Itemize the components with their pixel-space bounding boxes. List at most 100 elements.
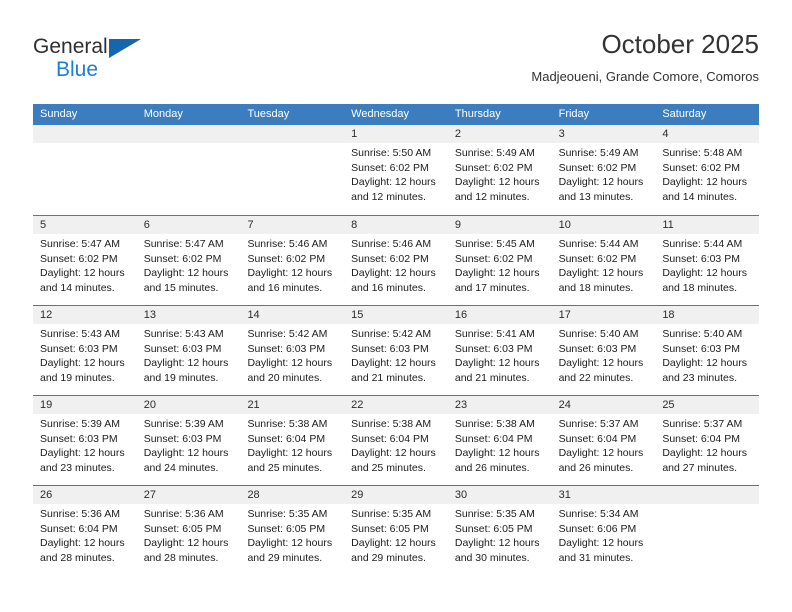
day-number: 1 <box>344 125 448 143</box>
sunset-text: Sunset: 6:02 PM <box>351 252 429 265</box>
daylight-text-line2: and 28 minutes. <box>143 551 219 564</box>
sunrise-text: Sunrise: 5:35 AM <box>351 508 432 520</box>
daylight-text-line2: and 25 minutes. <box>247 461 323 474</box>
day-cell[interactable]: 21 Sunrise: 5:38 AM Sunset: 6:04 PM Dayligh… <box>240 396 345 485</box>
day-cell[interactable]: 6 Sunrise: 5:47 AM Sunset: 6:02 PM Daylight… <box>136 216 241 305</box>
sunrise-text: Sunrise: 5:38 AM <box>454 418 535 430</box>
sunrise-text: Sunrise: 5:35 AM <box>247 508 328 520</box>
day-cell[interactable]: 18 Sunrise: 5:40 AM Sunset: 6:03 PM Dayligh… <box>655 306 760 395</box>
day-number: 8 <box>344 216 448 234</box>
sunset-text: Sunset: 6:02 PM <box>40 252 118 265</box>
daylight-text-line2: and 14 minutes. <box>662 190 738 203</box>
day-cell[interactable]: 7 Sunrise: 5:46 AM Sunset: 6:02 PM Daylight… <box>240 216 345 305</box>
day-number: 28 <box>240 486 345 504</box>
day-cell[interactable]: 13 Sunrise: 5:43 AM Sunset: 6:03 PM Dayligh… <box>136 306 241 395</box>
day-details: Sunrise: 5:38 AM Sunset: 6:04 PM Daylight:… <box>344 414 448 475</box>
sunrise-text: Sunrise: 5:47 AM <box>143 238 224 250</box>
day-cell[interactable]: 24 Sunrise: 5:37 AM Sunset: 6:04 PM Dayligh… <box>551 396 656 485</box>
day-cell[interactable]: 23 Sunrise: 5:38 AM Sunset: 6:04 PM Dayligh… <box>447 396 552 485</box>
daylight-text-line2: and 23 minutes. <box>662 371 738 384</box>
day-cell[interactable]: 15 Sunrise: 5:42 AM Sunset: 6:03 PM Dayligh… <box>344 306 448 395</box>
day-number: 4 <box>655 125 760 143</box>
weekday-header-monday: Monday <box>143 108 183 120</box>
day-details: Sunrise: 5:49 AM Sunset: 6:02 PM Daylight:… <box>552 143 656 204</box>
day-cell[interactable]: 17 Sunrise: 5:40 AM Sunset: 6:03 PM Dayligh… <box>551 306 656 395</box>
day-number: 31 <box>551 486 656 504</box>
day-number: 10 <box>551 216 656 234</box>
sunrise-text: Sunrise: 5:34 AM <box>558 508 639 520</box>
daylight-text-line1: Daylight: 12 hours <box>662 267 747 280</box>
day-cell[interactable]: 11 Sunrise: 5:44 AM Sunset: 6:03 PM Dayligh… <box>655 216 760 305</box>
day-cell[interactable]: 22 Sunrise: 5:38 AM Sunset: 6:04 PM Dayligh… <box>344 396 448 485</box>
weekday-header-friday: Friday <box>558 108 590 120</box>
daylight-text-line1: Daylight: 12 hours <box>351 176 436 189</box>
day-number: 21 <box>240 396 345 414</box>
weekday-header-sunday: Sunday <box>40 108 78 120</box>
day-cell[interactable]: 4 Sunrise: 5:48 AM Sunset: 6:02 PM Daylight… <box>655 125 760 215</box>
day-cell[interactable]: 20 Sunrise: 5:39 AM Sunset: 6:03 PM Dayligh… <box>136 396 241 485</box>
daylight-text-line2: and 15 minutes. <box>143 281 219 294</box>
day-cell[interactable]: 10 Sunrise: 5:44 AM Sunset: 6:02 PM Dayligh… <box>551 216 656 305</box>
day-cell[interactable]: 16 Sunrise: 5:41 AM Sunset: 6:03 PM Dayligh… <box>447 306 552 395</box>
sunset-text: Sunset: 6:06 PM <box>558 522 637 535</box>
sunrise-text: Sunrise: 5:44 AM <box>662 238 743 250</box>
day-cell[interactable]: 5 Sunrise: 5:47 AM Sunset: 6:02 PM Daylight… <box>33 216 137 305</box>
sunset-text: Sunset: 6:03 PM <box>662 252 740 265</box>
sunset-text: Sunset: 6:03 PM <box>558 342 637 355</box>
calendar-week-row: 5 Sunrise: 5:47 AM Sunset: 6:02 PM Daylight… <box>33 215 760 305</box>
sunrise-text: Sunrise: 5:45 AM <box>454 238 535 250</box>
calendar-weeks: 1 Sunrise: 5:50 AM Sunset: 6:02 PM Daylight… <box>33 125 760 575</box>
day-cell[interactable]: 28 Sunrise: 5:35 AM Sunset: 6:05 PM Dayligh… <box>240 486 345 575</box>
day-cell-empty <box>33 125 137 215</box>
day-cell[interactable]: 27 Sunrise: 5:36 AM Sunset: 6:05 PM Dayligh… <box>136 486 241 575</box>
calendar-grid: Sunday Monday Tuesday Wednesday Thursday Frid… <box>33 104 760 575</box>
daylight-text-line1: Daylight: 12 hours <box>454 267 540 280</box>
daylight-text-line2: and 25 minutes. <box>351 461 426 474</box>
sunset-text: Sunset: 6:02 PM <box>351 161 429 174</box>
day-cell[interactable]: 25 Sunrise: 5:37 AM Sunset: 6:04 PM Dayligh… <box>655 396 760 485</box>
day-cell[interactable]: 1 Sunrise: 5:50 AM Sunset: 6:02 PM Daylight… <box>344 125 448 215</box>
day-number: 11 <box>655 216 760 234</box>
day-cell[interactable]: 14 Sunrise: 5:42 AM Sunset: 6:03 PM Dayligh… <box>240 306 345 395</box>
day-cell-empty <box>240 125 345 215</box>
day-number: 30 <box>447 486 552 504</box>
sunset-text: Sunset: 6:03 PM <box>247 342 326 355</box>
day-number: 26 <box>33 486 137 504</box>
day-cell[interactable]: 29 Sunrise: 5:35 AM Sunset: 6:05 PM Dayligh… <box>344 486 448 575</box>
sunrise-text: Sunrise: 5:44 AM <box>558 238 639 250</box>
daylight-text-line1: Daylight: 12 hours <box>662 447 747 460</box>
day-cell[interactable]: 3 Sunrise: 5:49 AM Sunset: 6:02 PM Daylight… <box>551 125 656 215</box>
day-cell[interactable]: 19 Sunrise: 5:39 AM Sunset: 6:03 PM Dayligh… <box>33 396 137 485</box>
calendar-week-row: 1 Sunrise: 5:50 AM Sunset: 6:02 PM Daylight… <box>33 125 760 215</box>
daylight-text-line2: and 19 minutes. <box>40 371 115 384</box>
title-block: October 2025 Madjeoueni, Grande Comore, … <box>531 28 759 87</box>
day-cell[interactable]: 9 Sunrise: 5:45 AM Sunset: 6:02 PM Daylight… <box>447 216 552 305</box>
day-number: 29 <box>344 486 448 504</box>
sunrise-text: Sunrise: 5:47 AM <box>40 238 120 250</box>
sunrise-text: Sunrise: 5:35 AM <box>454 508 535 520</box>
generalblue-logo[interactable]: General Blue <box>33 36 153 90</box>
day-cell[interactable]: 12 Sunrise: 5:43 AM Sunset: 6:03 PM Dayligh… <box>33 306 137 395</box>
day-details: Sunrise: 5:42 AM Sunset: 6:03 PM Daylight:… <box>344 324 448 385</box>
day-details: Sunrise: 5:44 AM Sunset: 6:02 PM Daylight:… <box>552 234 656 295</box>
sunrise-text: Sunrise: 5:41 AM <box>454 328 535 340</box>
daylight-text-line1: Daylight: 12 hours <box>454 447 540 460</box>
sunrise-text: Sunrise: 5:43 AM <box>40 328 120 340</box>
day-cell[interactable]: 26 Sunrise: 5:36 AM Sunset: 6:04 PM Dayligh… <box>33 486 137 575</box>
daylight-text-line1: Daylight: 12 hours <box>143 267 229 280</box>
day-number: 13 <box>136 306 241 324</box>
sunset-text: Sunset: 6:03 PM <box>40 342 118 355</box>
day-details: Sunrise: 5:37 AM Sunset: 6:04 PM Daylight:… <box>655 414 759 475</box>
day-number <box>240 125 345 143</box>
day-details: Sunrise: 5:42 AM Sunset: 6:03 PM Daylight:… <box>240 324 344 385</box>
sunset-text: Sunset: 6:02 PM <box>558 161 637 174</box>
day-cell[interactable]: 30 Sunrise: 5:35 AM Sunset: 6:05 PM Dayligh… <box>447 486 552 575</box>
sunrise-text: Sunrise: 5:48 AM <box>662 147 743 159</box>
daylight-text-line2: and 29 minutes. <box>351 551 426 564</box>
day-cell[interactable]: 2 Sunrise: 5:49 AM Sunset: 6:02 PM Daylight… <box>447 125 552 215</box>
day-number: 17 <box>551 306 656 324</box>
daylight-text-line2: and 12 minutes. <box>351 190 426 203</box>
day-cell[interactable]: 8 Sunrise: 5:46 AM Sunset: 6:02 PM Daylight… <box>344 216 448 305</box>
day-details: Sunrise: 5:50 AM Sunset: 6:02 PM Daylight:… <box>344 143 448 204</box>
day-cell[interactable]: 31 Sunrise: 5:34 AM Sunset: 6:06 PM Dayligh… <box>551 486 656 575</box>
